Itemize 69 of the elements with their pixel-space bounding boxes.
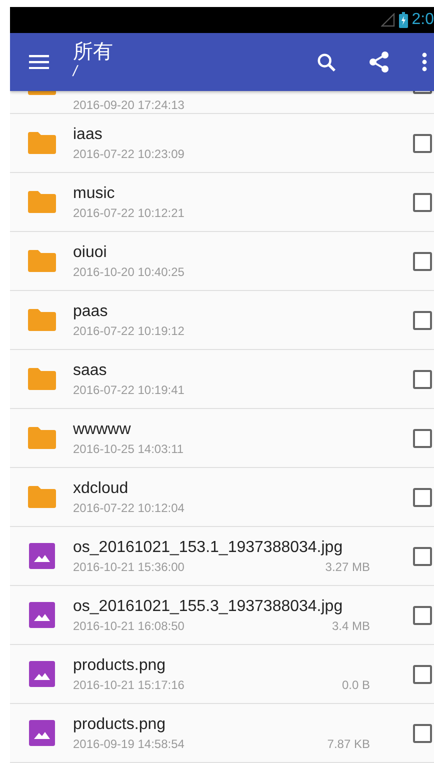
modified-date: 2016-07-22 10:23:09: [73, 146, 184, 162]
image-icon: [28, 720, 54, 746]
file-size: 7.87 KB: [327, 736, 370, 752]
checkbox[interactable]: [413, 134, 432, 152]
file-row[interactable]: products.png 2016-10-21 15:17:16 0.0 B: [10, 645, 434, 704]
file-row[interactable]: wwwww 2016-10-25 14:03:11: [10, 409, 434, 468]
modified-date: 2016-09-19 14:58:54: [73, 736, 184, 752]
file-size: 0.0 B: [342, 676, 370, 692]
image-icon: [28, 661, 54, 687]
modified-date: 2016-10-21 15:17:16: [73, 676, 184, 692]
share-icon[interactable]: [368, 51, 390, 73]
modified-date: 2016-10-20 10:40:25: [73, 264, 184, 280]
file-name: saas: [73, 360, 108, 380]
image-icon: [28, 602, 54, 628]
modified-date: 2016-10-21 15:36:00: [73, 558, 184, 574]
file-row[interactable]: paas 2016-07-22 10:19:12: [10, 291, 434, 350]
file-name: products.png: [73, 714, 167, 734]
folder-icon: [28, 427, 56, 449]
checkbox[interactable]: [413, 724, 432, 742]
modified-date: 2016-07-22 10:12:04: [73, 500, 184, 516]
menu-icon[interactable]: [29, 55, 49, 69]
checkbox[interactable]: [413, 192, 432, 212]
folder-icon: [28, 132, 56, 154]
file-row[interactable]: products.png 2016-09-19 14:58:54 7.87 KB: [10, 704, 434, 763]
modified-date: 2016-07-22 10:19:12: [73, 322, 184, 338]
clock-time: 2:0: [412, 11, 434, 29]
checkbox[interactable]: [413, 606, 432, 624]
file-name: os_20161021_153.1_1937388034.jpg: [73, 538, 344, 558]
file-row[interactable]: xdcloud 2016-07-22 10:12:04: [10, 468, 434, 527]
modified-date: 2016-10-21 16:08:50: [73, 618, 184, 634]
file-row[interactable]: os_20161021_153.1_1937388034.jpg 2016-10-21 15:36:00 3.27 MB: [10, 527, 434, 586]
file-name: xdcloud: [73, 478, 130, 498]
folder-icon: [28, 368, 56, 390]
file-row[interactable]: oiuoi 2016-10-20 10:40:25: [10, 232, 434, 291]
file-name: paas: [73, 302, 109, 322]
modified-date: 2016-10-25 14:03:11: [73, 440, 184, 456]
file-name: products.png: [73, 656, 167, 676]
file-size: 3.4 MB: [332, 618, 370, 634]
file-name: music: [73, 184, 116, 204]
checkbox[interactable]: [413, 370, 432, 388]
file-name: iaas: [73, 124, 104, 144]
file-row[interactable]: iaas 2016-07-22 10:23:09: [10, 114, 434, 173]
image-icon: [28, 543, 54, 569]
file-row[interactable]: os_20161021_155.3_1937388034.jpg 2016-10-21 16:08:50 3.4 MB: [10, 586, 434, 645]
checkbox[interactable]: [413, 546, 432, 566]
modified-date: 2016-07-22 10:19:41: [73, 382, 184, 398]
toolbar-title: 所有: [73, 39, 114, 63]
more-icon[interactable]: [422, 52, 427, 72]
file-name: os_20161021_155.3_1937388034.jpg: [73, 596, 344, 616]
path-text: /: [73, 63, 80, 81]
checkbox[interactable]: [413, 252, 432, 270]
folder-icon: [28, 191, 56, 213]
search-icon[interactable]: [317, 52, 336, 72]
modified-date: 2016-07-22 10:12:21: [73, 204, 184, 220]
checkbox[interactable]: [413, 488, 432, 506]
folder-icon: [28, 250, 56, 272]
folder-icon: [28, 486, 56, 508]
file-name: wwwww: [73, 420, 132, 440]
file-name: oiuoi: [73, 242, 108, 262]
file-row[interactable]: saas 2016-07-22 10:19:41: [10, 350, 434, 409]
file-size: 3.27 MB: [325, 558, 370, 574]
modified-date: 2016-09-20 17:24:13: [73, 96, 184, 112]
checkbox[interactable]: [413, 310, 432, 330]
file-row[interactable]: music 2016-07-22 10:12:21: [10, 173, 434, 232]
checkbox[interactable]: [413, 428, 432, 448]
folder-icon: [28, 309, 56, 331]
battery-icon: [398, 12, 408, 28]
checkbox[interactable]: [413, 664, 432, 684]
signal-icon: [380, 13, 395, 27]
